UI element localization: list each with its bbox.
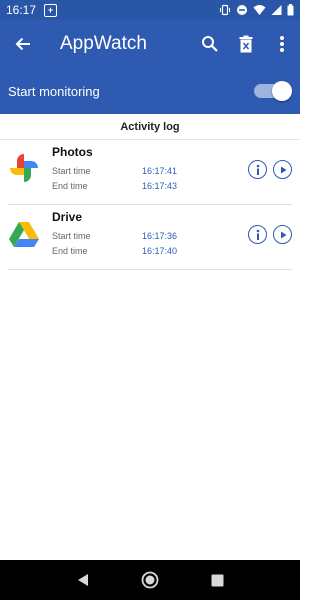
info-button[interactable] bbox=[248, 160, 267, 179]
start-time-label: Start time bbox=[52, 166, 91, 176]
signal-icon bbox=[271, 5, 282, 15]
drive-icon bbox=[9, 222, 39, 247]
end-time-value: 16:17:43 bbox=[142, 181, 178, 191]
start-time-label: Start time bbox=[52, 231, 91, 241]
notification-icon: + bbox=[44, 3, 58, 17]
back-nav-icon[interactable] bbox=[76, 573, 90, 587]
monitoring-label: Start monitoring bbox=[8, 83, 100, 99]
status-time: 16:17 bbox=[6, 3, 37, 17]
search-button[interactable] bbox=[192, 20, 228, 68]
photos-icon bbox=[10, 154, 38, 182]
more-options-button[interactable] bbox=[264, 20, 300, 68]
play-button[interactable] bbox=[273, 225, 292, 244]
monitoring-row[interactable]: Start monitoring bbox=[0, 68, 300, 114]
start-time-value: 16:17:36 bbox=[142, 231, 178, 241]
play-button[interactable] bbox=[273, 160, 292, 179]
app-name: Drive bbox=[52, 210, 83, 224]
vibrate-icon bbox=[220, 4, 230, 16]
monitoring-toggle[interactable] bbox=[254, 81, 292, 101]
list-item[interactable]: Drive Start time 16:17:36 End time 16:17… bbox=[8, 205, 292, 270]
end-time-label: End time bbox=[52, 246, 88, 256]
dnd-icon bbox=[237, 5, 247, 15]
more-vert-icon bbox=[280, 36, 284, 52]
app-title: AppWatch bbox=[60, 33, 147, 54]
info-icon bbox=[256, 164, 259, 175]
battery-icon bbox=[287, 4, 294, 16]
end-time-label: End time bbox=[52, 181, 88, 191]
toggle-knob bbox=[272, 81, 292, 101]
search-icon bbox=[202, 36, 218, 52]
item-actions bbox=[248, 225, 292, 244]
item-actions bbox=[248, 160, 292, 179]
wifi-icon bbox=[253, 5, 266, 15]
info-icon bbox=[256, 229, 259, 240]
recents-nav-icon[interactable] bbox=[211, 574, 224, 587]
app-name: Photos bbox=[52, 145, 93, 159]
start-time-value: 16:17:41 bbox=[142, 166, 178, 176]
play-icon bbox=[280, 166, 286, 173]
navigation-bar bbox=[0, 560, 300, 600]
back-button[interactable] bbox=[0, 20, 46, 68]
end-time-value: 16:17:40 bbox=[142, 246, 178, 256]
delete-button[interactable] bbox=[228, 20, 264, 68]
delete-icon bbox=[239, 35, 253, 53]
status-icons bbox=[219, 4, 294, 16]
activity-log-header: Activity log bbox=[0, 114, 300, 140]
list-item[interactable]: Photos Start time 16:17:41 End time 16:1… bbox=[8, 140, 292, 205]
status-bar: 16:17 + bbox=[0, 0, 300, 20]
info-button[interactable] bbox=[248, 225, 267, 244]
play-icon bbox=[280, 231, 286, 238]
home-nav-icon[interactable] bbox=[141, 571, 159, 589]
activity-list: Photos Start time 16:17:41 End time 16:1… bbox=[0, 140, 300, 270]
app-bar: AppWatch bbox=[0, 20, 300, 68]
arrow-back-icon bbox=[15, 37, 30, 51]
